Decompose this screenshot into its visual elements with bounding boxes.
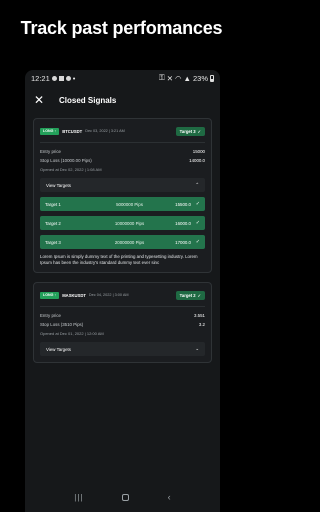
target-value: 17000.0 [175, 239, 191, 245]
signal-card[interactable]: LONG ↑ BTCUSDT Dec 03, 2022 | 3:21 AM Ta… [33, 118, 212, 273]
target-pips: 20000000 Pips [114, 239, 145, 245]
target-value: 16000.0 [175, 220, 191, 226]
stop-loss-value: 3.2 [198, 322, 205, 327]
entry-price-label: Entry price [40, 313, 61, 318]
signal-pair: BTCUSDT [62, 128, 83, 134]
status-time: 12:21 [31, 73, 50, 83]
signal-icon: ▲ [183, 73, 191, 83]
status-bar: 12:21 • ⚿ ✕ ◠ ▲ 23% [25, 70, 220, 86]
notification-icon [58, 75, 64, 81]
status-battery: 23% [192, 73, 208, 83]
target-pips: 10000000 Pips [114, 220, 145, 226]
direction-badge: LONG ↑ [40, 291, 60, 299]
target-name: Target 3 [45, 239, 61, 245]
targets-list: Target 1 5000000 Pips 15500.0 ✓ Target 2… [40, 197, 205, 249]
mute-icon: ✕ [166, 73, 173, 83]
direction-badge: LONG ↑ [40, 127, 60, 135]
entry-price-row: Entry price 3.551 [40, 311, 205, 320]
target-row: Target 1 5000000 Pips 15500.0 ✓ [40, 197, 205, 211]
system-nav-bar: ||| ‹ [25, 482, 220, 512]
entry-price-value: 15000 [192, 149, 205, 154]
recents-icon[interactable]: ||| [74, 493, 83, 502]
stop-loss-row: Stop Loss (3510 Pips) 3.2 [40, 320, 205, 329]
check-icon: ✓ [195, 239, 200, 245]
target-hit-badge: Target 3 ✓ [175, 126, 205, 136]
signal-card-header: LONG ↑ BTCUSDT Dec 03, 2022 | 3:21 AM Ta… [40, 125, 205, 137]
signal-pair: MASKUSDT [62, 292, 86, 298]
check-icon: ✓ [195, 201, 200, 207]
app-bar: ✕ Closed Signals [25, 86, 220, 114]
message-icon [51, 75, 57, 81]
chevron-up-icon: ⌃ [195, 182, 199, 187]
entry-price-value: 3.551 [194, 313, 205, 318]
app-icon [65, 75, 71, 81]
wifi-icon: ◠ [175, 73, 182, 83]
check-icon: ✓ [197, 292, 201, 298]
opened-at: Opened at Dec 01, 2022 | 12:00 AM [40, 331, 104, 336]
target-value: 15500.0 [175, 201, 191, 207]
check-icon: ✓ [197, 128, 201, 134]
entry-price-row: Entry price 15000 [40, 147, 205, 156]
target-pips: 5000000 Pips [116, 201, 143, 207]
signal-card-header: LONG ↑ MASKUSDT Dec 04, 2022 | 3:00 AM T… [40, 289, 205, 301]
back-icon[interactable]: ‹ [168, 492, 171, 502]
divider [40, 306, 205, 307]
signal-date: Dec 04, 2022 | 3:00 AM [88, 293, 129, 297]
signal-card[interactable]: LONG ↑ MASKUSDT Dec 04, 2022 | 3:00 AM T… [33, 282, 212, 363]
target-name: Target 1 [45, 201, 61, 207]
stop-loss-row: Stop Loss (10000.00 Pips) 14000.0 [40, 156, 205, 165]
stop-loss-label: Stop Loss (3510 Pips) [40, 322, 84, 327]
more-icon: • [72, 73, 76, 83]
target-hit-label: Target 3 [179, 128, 196, 134]
view-targets-toggle[interactable]: View Targets ⌄ [40, 342, 205, 356]
divider [40, 142, 205, 143]
target-hit-badge: Target 2 ✓ [175, 290, 205, 300]
signal-date: Dec 03, 2022 | 3:21 AM [85, 129, 125, 133]
opened-at: Opened at Dec 02, 2022 | 1:08 AM [40, 167, 102, 172]
entry-price-label: Entry price [40, 149, 61, 154]
signal-description: Lorem Ipsum is simply dummy text of the … [40, 254, 198, 265]
close-icon[interactable]: ✕ [34, 93, 50, 107]
home-icon[interactable] [122, 493, 130, 501]
page-title: Closed Signals [59, 95, 117, 105]
view-targets-label: View Targets [46, 346, 71, 352]
view-targets-label: View Targets [46, 182, 71, 188]
check-icon: ✓ [195, 220, 200, 226]
promo-headline: Track past perfomances [20, 18, 223, 38]
target-row: Target 3 20000000 Pips 17000.0 ✓ [40, 235, 205, 249]
target-hit-label: Target 2 [179, 292, 196, 298]
stop-loss-value: 14000.0 [189, 158, 205, 163]
phone-screen: 12:21 • ⚿ ✕ ◠ ▲ 23% ✕ Closed Signals LON… [25, 70, 220, 512]
battery-icon [210, 74, 214, 82]
key-icon: ⚿ [158, 73, 165, 82]
chevron-down-icon: ⌄ [195, 346, 199, 351]
stop-loss-label: Stop Loss (10000.00 Pips) [40, 158, 92, 163]
view-targets-toggle[interactable]: View Targets ⌃ [40, 178, 205, 192]
target-row: Target 2 10000000 Pips 16000.0 ✓ [40, 216, 205, 230]
target-name: Target 2 [45, 220, 61, 226]
